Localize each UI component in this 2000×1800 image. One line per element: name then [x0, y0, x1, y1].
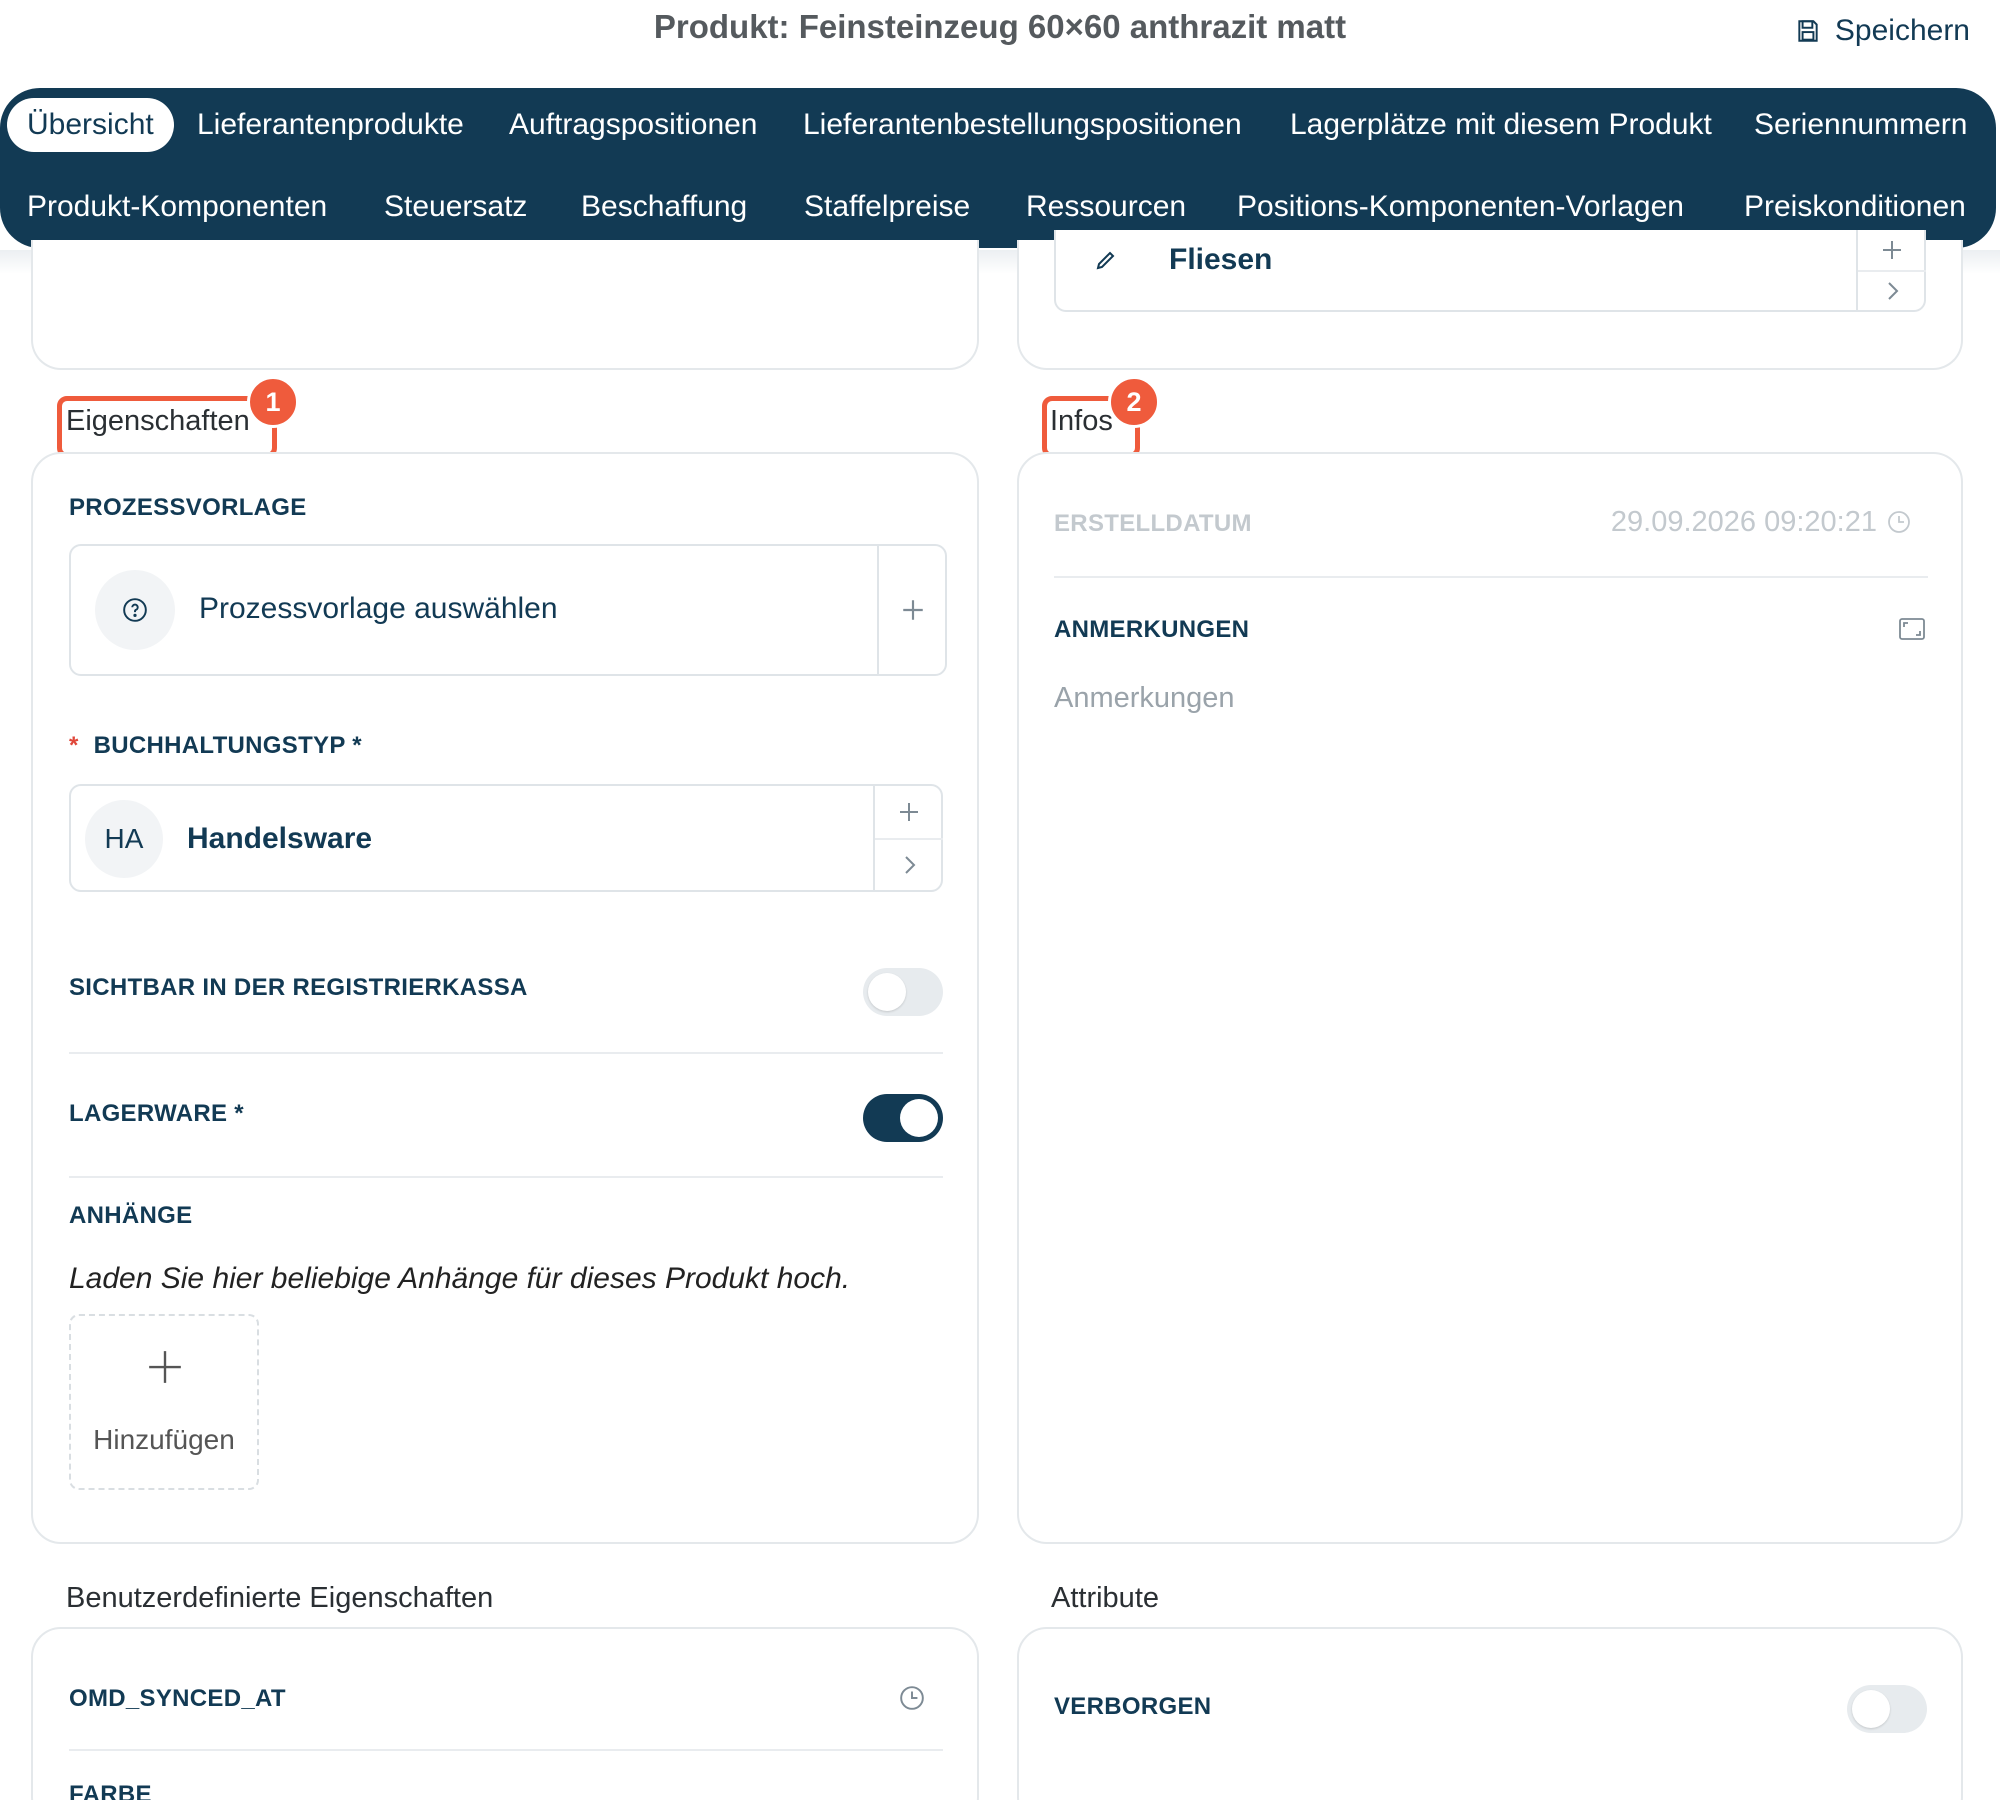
- verborgen-label: VERBORGEN: [1054, 1693, 1212, 1720]
- erstelldatum-label: ERSTELLDATUM: [1054, 510, 1252, 537]
- open-category-button[interactable]: [1858, 272, 1926, 310]
- tab-auftragspositionen[interactable]: Auftragspositionen: [509, 108, 758, 142]
- badge-1: 1: [247, 376, 299, 428]
- anmerkungen-input[interactable]: Anmerkungen: [1054, 682, 1928, 742]
- buchhaltungstyp-value: Handelsware: [187, 822, 373, 855]
- save-button-label: Speichern: [1834, 14, 1970, 47]
- lagerware-toggle[interactable]: [863, 1094, 943, 1142]
- chevron-right-icon: [905, 856, 916, 874]
- question-icon: [95, 570, 175, 650]
- toggle-knob: [1852, 1690, 1890, 1728]
- pencil-icon: [1096, 251, 1115, 270]
- expand-icon[interactable]: [1899, 618, 1925, 640]
- open-buchhaltungstyp-button[interactable]: [875, 840, 943, 890]
- anmerkungen-label: ANMERKUNGEN: [1054, 616, 1250, 643]
- tab-preiskonditionen[interactable]: Preiskonditionen: [1744, 190, 1966, 224]
- eigenschaften-card: PROZESSVORLAGE Prozessvorlage auswählen …: [31, 452, 979, 1544]
- anhaenge-label: ANHÄNGE: [69, 1202, 193, 1229]
- plus-icon: [903, 600, 923, 620]
- attribute-card: VERBORGEN: [1017, 1627, 1963, 1800]
- plus-icon: [149, 1351, 181, 1383]
- add-buchhaltungstyp-button[interactable]: [875, 786, 943, 838]
- benutzerdefiniert-card: OMD_SYNCED_AT FARBE: [31, 1627, 979, 1800]
- buchhaltungstyp-label: * BUCHHALTUNGSTYP *: [69, 732, 362, 760]
- prozessvorlage-label: PROZESSVORLAGE: [69, 494, 307, 521]
- save-button[interactable]: Speichern: [1795, 14, 1970, 48]
- plus-icon: [1883, 241, 1901, 259]
- buchhaltungstyp-label-text: BUCHHALTUNGSTYP *: [93, 732, 362, 759]
- tab-ressourcen[interactable]: Ressourcen: [1026, 190, 1186, 224]
- add-category-button[interactable]: [1858, 230, 1926, 270]
- category-value: Fliesen: [1169, 243, 1273, 276]
- top-right-card: Fliesen: [1017, 230, 1963, 370]
- prozessvorlage-field[interactable]: Prozessvorlage auswählen: [69, 544, 947, 676]
- tab-steuersatz[interactable]: Steuersatz: [384, 190, 527, 224]
- top-left-card: [31, 240, 979, 370]
- tab-uebersicht[interactable]: Übersicht: [7, 98, 174, 152]
- tab-bar: Übersicht Lieferantenprodukte Auftragspo…: [0, 88, 1996, 248]
- highlight-eigenschaften: [57, 396, 277, 458]
- buchhaltungstyp-avatar: HA: [85, 800, 163, 878]
- anhaenge-hint: Laden Sie hier beliebige Anhänge für die…: [69, 1262, 851, 1295]
- clock-icon[interactable]: [899, 1685, 925, 1711]
- row-divider: [69, 1749, 943, 1751]
- tab-lieferantenprodukte[interactable]: Lieferantenprodukte: [197, 108, 464, 142]
- tab-seriennummern[interactable]: Seriennummern: [1754, 108, 1967, 142]
- omd-synced-at-label: OMD_SYNCED_AT: [69, 1685, 286, 1712]
- infos-card: ERSTELLDATUM 29.09.2026 09:20:21 ANMERKU…: [1017, 452, 1963, 1544]
- lagerware-label: LAGERWARE *: [69, 1100, 244, 1127]
- tab-produkt-komponenten[interactable]: Produkt-Komponenten: [27, 190, 327, 224]
- row-divider: [69, 1052, 943, 1054]
- tab-lagerplaetze[interactable]: Lagerplätze mit diesem Produkt: [1290, 108, 1712, 142]
- tab-beschaffung[interactable]: Beschaffung: [581, 190, 747, 224]
- benutzerdefiniert-title: Benutzerdefinierte Eigenschaften: [66, 1582, 494, 1614]
- erstelldatum-value: 29.09.2026 09:20:21: [1610, 506, 1877, 538]
- plus-icon: [900, 803, 918, 821]
- verborgen-toggle[interactable]: [1847, 1685, 1927, 1733]
- sichtbar-toggle[interactable]: [863, 968, 943, 1016]
- add-attachment-button[interactable]: Hinzufügen: [69, 1314, 259, 1490]
- category-field[interactable]: Fliesen: [1054, 230, 1926, 312]
- add-attachment-label: Hinzufügen: [93, 1424, 235, 1455]
- badge-2: 2: [1108, 376, 1160, 428]
- tab-staffelpreise[interactable]: Staffelpreise: [804, 190, 970, 224]
- farbe-label: FARBE: [69, 1781, 152, 1800]
- attribute-title: Attribute: [1051, 1582, 1159, 1614]
- add-prozessvorlage-button[interactable]: [879, 546, 947, 674]
- sichtbar-label: SICHTBAR IN DER REGISTRIERKASSA: [69, 974, 528, 1001]
- clock-icon: [1888, 511, 1910, 533]
- page-title: Produkt: Feinsteinzeug 60×60 anthrazit m…: [653, 8, 1347, 45]
- prozessvorlage-placeholder: Prozessvorlage auswählen: [199, 592, 558, 625]
- toggle-knob: [868, 973, 906, 1011]
- required-marker: *: [69, 732, 79, 759]
- chevron-right-icon: [1888, 282, 1899, 300]
- toggle-knob: [900, 1099, 938, 1137]
- floppy-disk-icon: [1798, 20, 1818, 42]
- tab-positions-komponenten-vorlagen[interactable]: Positions-Komponenten-Vorlagen: [1237, 190, 1684, 224]
- row-divider: [1054, 576, 1928, 578]
- buchhaltungstyp-field[interactable]: HA Handelsware: [69, 784, 943, 892]
- tab-lieferantenbestellungspositionen[interactable]: Lieferantenbestellungspositionen: [803, 108, 1242, 142]
- row-divider: [69, 1176, 943, 1178]
